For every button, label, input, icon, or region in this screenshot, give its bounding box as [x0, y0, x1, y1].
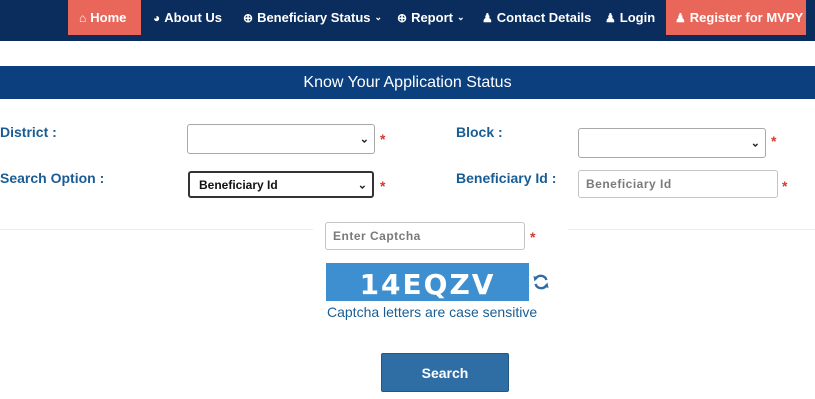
required-marker: * — [782, 178, 788, 194]
top-navigation: ⌂ Home ◕ About Us ⊕ Beneficiary Status ⌄… — [0, 0, 815, 41]
page-header: Know Your Application Status — [0, 66, 815, 99]
chevron-down-icon: ⌄ — [750, 137, 760, 150]
dashboard-icon: ◕ — [153, 10, 161, 25]
nav-home-label: Home — [90, 10, 127, 25]
nav-register-mvpy-label: Register for MVPY — [689, 10, 804, 25]
chevron-down-icon: ⌄ — [359, 133, 369, 146]
district-label: District : — [0, 124, 57, 140]
nav-home[interactable]: ⌂ Home — [68, 0, 141, 35]
search-button[interactable]: Search — [381, 353, 509, 392]
search-option-label: Search Option : — [0, 170, 105, 186]
circle-plus-icon: ⊕ — [243, 10, 254, 25]
required-marker: * — [380, 178, 386, 194]
user-icon: ♟ — [482, 10, 493, 25]
search-option-select[interactable]: Beneficiary Id ⌄ — [188, 171, 374, 198]
nav-login-label: Login — [619, 10, 656, 25]
nav-register-mvpy[interactable]: ♟ Register for MVPY — [666, 0, 806, 35]
home-icon: ⌂ — [79, 10, 87, 25]
required-marker: * — [380, 131, 386, 147]
page-title: Know Your Application Status — [303, 73, 512, 91]
nav-report-label: Report — [411, 10, 453, 25]
block-label: Block : — [456, 124, 503, 140]
beneficiary-id-label: Beneficiary Id : — [456, 170, 557, 186]
nav-contact-details-label: Contact Details — [496, 10, 592, 25]
nav-report[interactable]: ⊕ Report ⌄ — [397, 0, 465, 35]
user-icon: ♟ — [605, 10, 616, 25]
captcha-code: 14EQZV — [359, 267, 496, 301]
search-option-selected-value: Beneficiary Id — [199, 177, 278, 192]
captcha-note: Captcha letters are case sensitive — [327, 304, 538, 320]
nav-beneficiary-status-label: Beneficiary Status — [257, 10, 371, 25]
nav-about-us[interactable]: ◕ About Us — [153, 0, 222, 35]
required-marker: * — [771, 133, 777, 149]
required-marker: * — [530, 229, 536, 245]
chevron-down-icon: ⌄ — [357, 179, 367, 191]
block-select[interactable]: ⌄ — [578, 128, 766, 158]
nav-about-us-label: About Us — [164, 10, 223, 25]
refresh-icon[interactable] — [532, 273, 550, 291]
user-icon: ♟ — [675, 10, 686, 25]
captcha-input[interactable] — [325, 222, 525, 250]
chevron-down-icon: ⌄ — [456, 12, 465, 22]
chevron-down-icon: ⌄ — [374, 12, 383, 22]
nav-beneficiary-status[interactable]: ⊕ Beneficiary Status ⌄ — [243, 0, 382, 35]
nav-contact-details[interactable]: ♟ Contact Details — [482, 0, 591, 35]
beneficiary-id-input[interactable] — [578, 170, 778, 198]
nav-login[interactable]: ♟ Login — [605, 0, 655, 35]
captcha-image: 14EQZV — [326, 263, 529, 301]
circle-plus-icon: ⊕ — [397, 10, 408, 25]
district-select[interactable]: ⌄ — [187, 124, 375, 154]
